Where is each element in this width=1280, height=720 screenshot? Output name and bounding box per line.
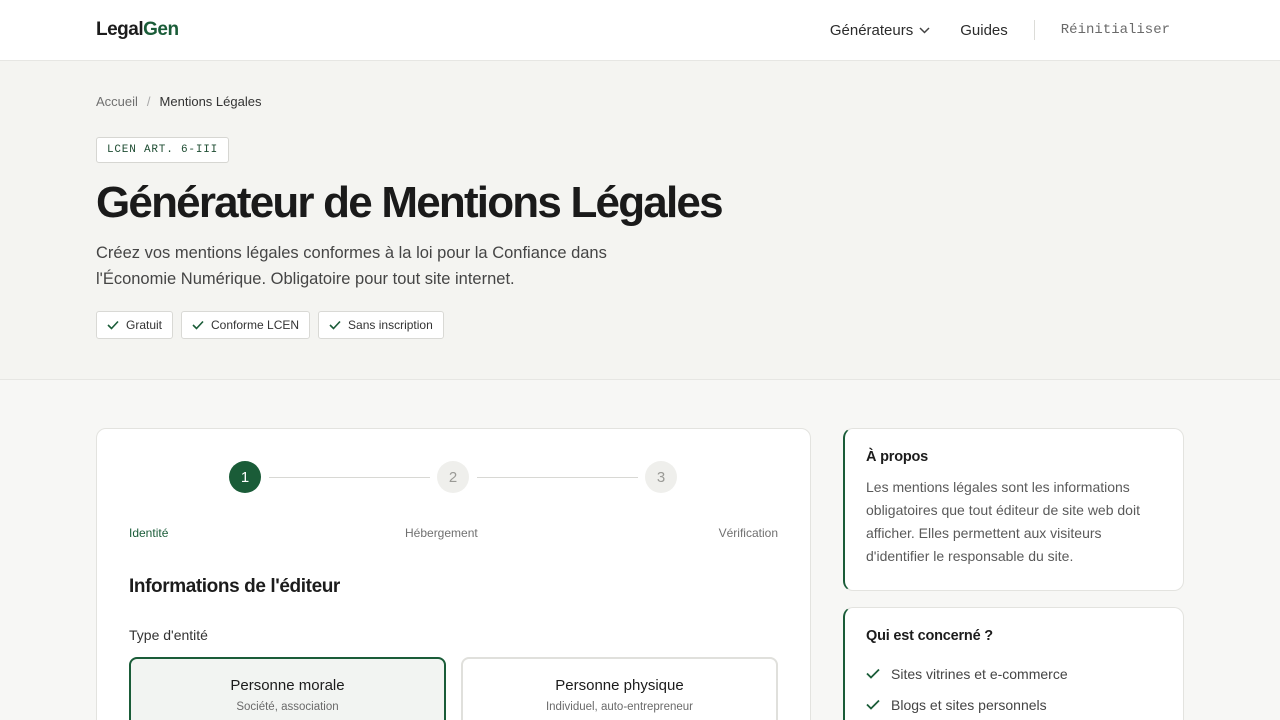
nav-generators-dropdown[interactable]: Générateurs: [830, 22, 930, 39]
nav-guides-link[interactable]: Guides: [960, 22, 1008, 39]
stepper-line: [477, 477, 638, 478]
step-3-indicator[interactable]: 3: [645, 461, 677, 493]
entity-type-label: Type d'entité: [129, 627, 208, 643]
badge-label: Gratuit: [126, 318, 163, 332]
check-icon: [192, 320, 204, 330]
option-description: Individuel, auto-entrepreneur: [545, 701, 694, 713]
step-3-label: Vérification: [718, 526, 778, 540]
section-title: Informations de l'éditeur: [129, 576, 340, 597]
breadcrumb-separator: /: [146, 94, 151, 109]
hero-section: Accueil / Mentions Légales LCEN ART. 6-I…: [0, 61, 1280, 380]
feature-badges: Gratuit Conforme LCEN Sans inscription: [96, 311, 444, 339]
badge-label: Sans inscription: [348, 318, 433, 332]
breadcrumb-current: Mentions Légales: [159, 94, 262, 109]
about-title: À propos: [866, 449, 929, 465]
list-item-label: Sites vitrines et e-commerce: [891, 665, 1068, 682]
generator-form-card: 1 2 3 Identité Hébergement Vérification …: [96, 428, 811, 720]
stepper-line: [269, 477, 430, 478]
check-icon: [866, 668, 880, 679]
badge-no-signup: Sans inscription: [318, 311, 444, 339]
chevron-down-icon: [919, 26, 930, 34]
nav-generators-label: Générateurs: [829, 21, 914, 39]
check-icon: [329, 320, 341, 330]
nav-divider: [1033, 20, 1035, 40]
badge-free: Gratuit: [96, 311, 174, 339]
reset-button[interactable]: Réinitialiser: [1061, 22, 1170, 38]
page-title: Générateur de Mentions Légales: [96, 178, 724, 227]
logo-text-legal: Legal: [96, 19, 144, 40]
list-item: Sites vitrines et e-commerce: [866, 658, 1163, 689]
about-text: Les mentions légales sont les informatio…: [866, 479, 1140, 564]
breadcrumb: Accueil / Mentions Légales: [96, 94, 261, 109]
logo-text-gen: Gen: [143, 19, 179, 40]
entity-option-natural-person[interactable]: Personne physique Individuel, auto-entre…: [461, 657, 778, 720]
main-nav: Générateurs Guides Réinitialiser: [830, 0, 1170, 60]
entity-option-legal-person[interactable]: Personne morale Société, association: [129, 657, 446, 720]
list-item-label: Blogs et sites personnels: [891, 696, 1047, 713]
list-item: Blogs et sites personnels: [866, 689, 1163, 720]
who-concerned-list: Sites vitrines et e-commerce Blogs et si…: [866, 658, 1163, 720]
page-subtitle: Créez vos mentions légales conformes à l…: [96, 244, 607, 288]
badge-label: Conforme LCEN: [211, 318, 300, 332]
badge-lcen-compliant: Conforme LCEN: [181, 311, 311, 339]
option-title: Personne physique: [555, 677, 684, 694]
step-1-label: Identité: [129, 526, 169, 540]
option-description: Société, association: [236, 701, 339, 713]
law-reference-tag: LCEN ART. 6-III: [96, 137, 230, 163]
check-icon: [866, 699, 880, 710]
top-navigation-bar: LegalGen Générateurs Guides Réinitialise…: [0, 0, 1280, 61]
breadcrumb-home-link[interactable]: Accueil: [96, 94, 138, 109]
step-1-indicator[interactable]: 1: [229, 461, 261, 493]
who-concerned-panel: Qui est concerné ? Sites vitrines et e-c…: [843, 607, 1184, 720]
logo[interactable]: LegalGen: [96, 19, 179, 41]
step-2-label: Hébergement: [405, 526, 478, 540]
about-panel: À propos Les mentions légales sont les i…: [843, 428, 1184, 591]
step-2-indicator[interactable]: 2: [437, 461, 469, 493]
who-concerned-title: Qui est concerné ?: [866, 628, 993, 644]
check-icon: [107, 320, 119, 330]
option-title: Personne morale: [230, 677, 345, 694]
